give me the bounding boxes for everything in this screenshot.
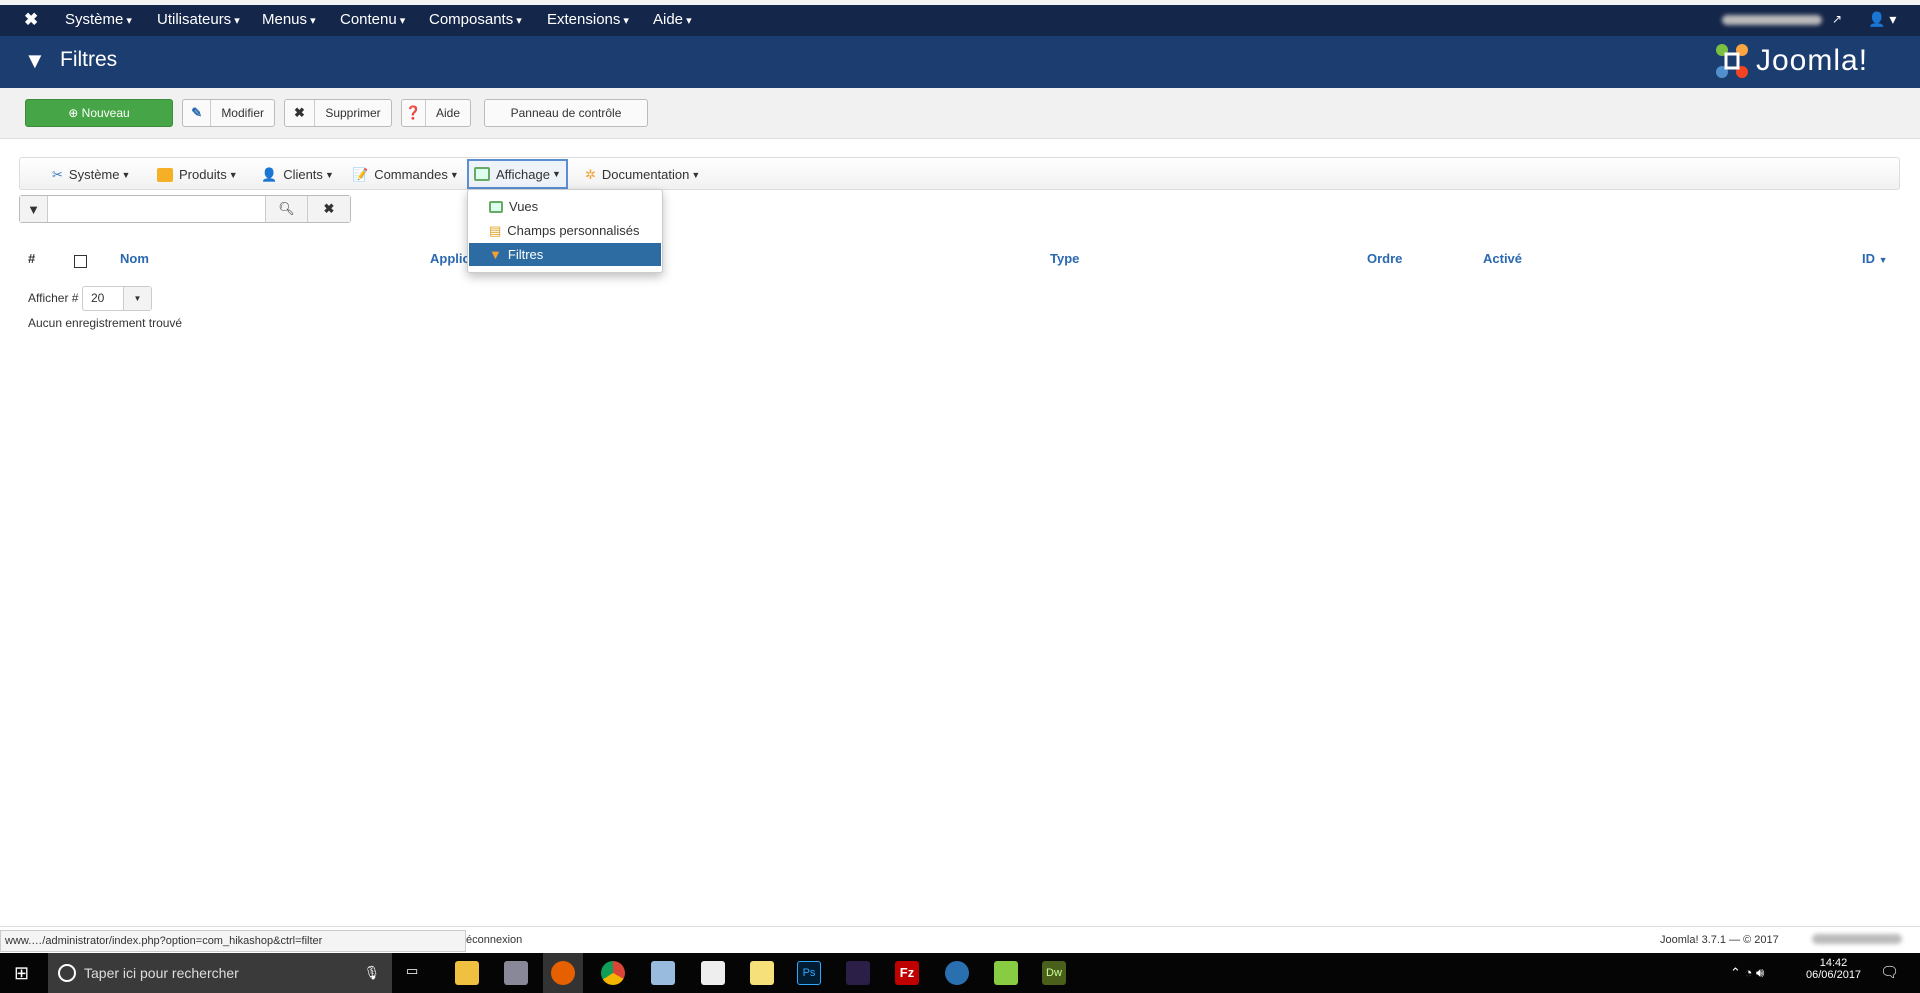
search-button[interactable]: 🔍︎ [266,196,308,222]
joomla-icon[interactable]: ✖ [24,10,38,30]
notifications-icon[interactable]: 🗨︎ [1880,963,1899,981]
visual-studio-icon[interactable] [846,961,870,985]
menu-commandes[interactable]: 📝 Commandes ▼ [347,163,464,186]
column-ordre[interactable]: Ordre [1367,251,1402,266]
limit-select[interactable]: 20 ▼ [82,286,152,311]
app-icon[interactable] [504,961,528,985]
site-name-blurred[interactable] [1722,15,1822,25]
menu-produits[interactable]: Produits ▼ [152,163,243,186]
joomla-logo: Joomla! [1714,42,1868,80]
nav-aide[interactable]: Aide [653,11,692,28]
help-ring-icon: ✲ [585,166,596,182]
taskbar-search[interactable]: Taper ici pour rechercher 🎙︎ [48,953,392,993]
nav-composants[interactable]: Composants [429,11,522,28]
tray-icons[interactable]: ⌃ ◔ 🔊︎ [1730,965,1764,981]
windows-start-icon[interactable]: ⊞ [14,963,29,984]
sticky-notes-icon[interactable] [750,961,774,985]
filter-icon: ▼ [24,48,46,73]
firefox-icon[interactable] [551,961,575,985]
footer-divider [0,926,1920,927]
nav-utilisateurs[interactable]: Utilisateurs [157,11,240,28]
product-box-icon [157,167,173,182]
sort-desc-icon: ▼ [1878,255,1888,265]
url-status-tooltip: www.…/administrator/index.php?option=com… [0,930,466,952]
column-active[interactable]: Activé [1483,251,1522,266]
search-input[interactable] [48,196,266,222]
clock[interactable]: 14:42 06/06/2017 [1806,957,1861,981]
search-bar: ▼ 🔍︎ ✖ [19,195,351,223]
task-view-icon[interactable]: ▭ [406,963,418,979]
control-panel-button[interactable]: Panneau de contrôle [484,99,648,127]
views-icon [489,200,503,213]
footer-site-blurred [1812,934,1902,944]
new-button[interactable]: ⊕ Nouveau [25,99,173,127]
select-all-checkbox[interactable] [74,255,87,268]
custom-fields-icon: ▤ [489,222,502,238]
search-icon: 🔍︎ [278,201,295,216]
nav-extensions[interactable]: Extensions [547,11,629,28]
document-icon[interactable] [701,961,725,985]
nav-systeme[interactable]: Système [65,11,132,28]
edit-icon: ✎ [183,100,212,126]
column-id[interactable]: ID ▼ [1862,251,1888,266]
microphone-icon: 🎙︎ [363,965,380,980]
chevron-down-icon: ▼ [123,287,151,310]
clear-button[interactable]: ✖ [308,196,350,222]
close-icon: ✖ [285,100,315,126]
help-button[interactable]: ❓ Aide [401,99,471,127]
app-icon-2[interactable] [651,961,675,985]
delete-button[interactable]: ✖ Supprimer [284,99,392,127]
edit-button[interactable]: ✎ Modifier [182,99,275,127]
notepad-icon[interactable] [994,961,1018,985]
dreamweaver-icon[interactable]: Dw [1042,961,1066,985]
photoshop-icon[interactable]: Ps [797,961,821,985]
nav-menus[interactable]: Menus [262,11,316,28]
thunderbird-icon[interactable] [945,961,969,985]
hikashop-menu: ✂ Système ▼ Produits ▼ 👤 Clients ▼ 📝 Commandes… [19,157,1900,190]
funnel-icon: ▼ [489,247,502,262]
tools-icon: ✂ [52,166,63,182]
column-application[interactable]: Applic [430,251,470,266]
display-icon [474,167,490,181]
file-explorer-icon[interactable] [455,961,479,985]
menu-systeme[interactable]: ✂ Système ▼ [47,163,135,186]
menu-documentation[interactable]: ✲ Documentation ▼ [580,163,705,186]
orders-icon: 📝 [352,166,369,182]
empty-message: Aucun enregistrement trouvé [28,316,183,330]
question-icon: ❓ [402,100,426,126]
column-nom[interactable]: Nom [120,251,149,266]
dropdown-item-filtres[interactable]: ▼ Filtres [469,243,661,266]
menu-affichage[interactable]: Affichage ▼ [467,159,568,189]
filter-toggle-icon[interactable]: ▼ [20,196,48,222]
close-icon: ✖ [323,201,335,216]
cortana-icon [58,964,76,982]
external-link-icon[interactable]: ↗ [1832,12,1842,26]
footer-version: Joomla! 3.7.1 — © 2017 [1660,934,1779,946]
plus-circle-icon: ⊕ [68,106,79,120]
logout-link[interactable]: éconnexion [466,934,522,946]
column-type[interactable]: Type [1050,251,1079,266]
affichage-dropdown: Vues ▤ Champs personnalisés ▼ Filtres [467,189,663,273]
page-header: ▼ Filtres Joomla! [0,36,1920,88]
limit-label: Afficher # [28,291,79,305]
clients-icon: 👤 [261,166,278,182]
dropdown-item-champs[interactable]: ▤ Champs personnalisés [469,219,661,242]
chrome-icon[interactable] [601,961,625,985]
windows-taskbar: ⊞ Taper ici pour rechercher 🎙︎ ▭ Ps Fz D… [0,953,1920,993]
dropdown-item-vues[interactable]: Vues [469,195,661,218]
page-title: Filtres [60,48,118,71]
user-menu-icon[interactable]: 👤 ▾ [1868,11,1896,28]
column-num: # [28,251,36,266]
menu-clients[interactable]: 👤 Clients ▼ [256,163,339,186]
filezilla-icon[interactable]: Fz [895,961,919,985]
nav-contenu[interactable]: Contenu [340,11,405,28]
toolbar: ⊕ Nouveau ✎ Modifier ✖ Supprimer ❓ Aide Pan… [0,88,1920,139]
admin-navbar: ✖ Système Utilisateurs Menus Contenu Com… [0,5,1920,36]
